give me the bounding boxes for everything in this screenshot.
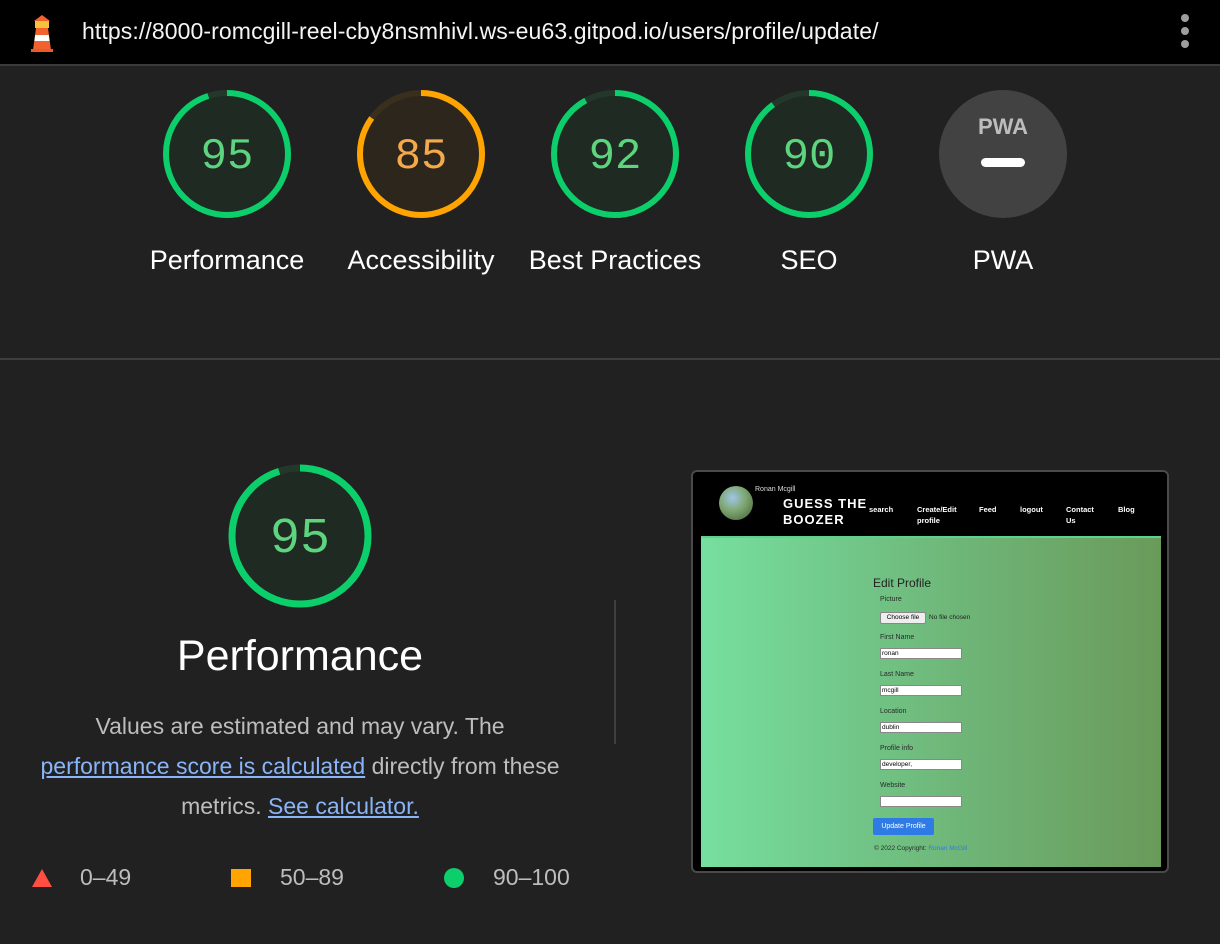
edit-profile-title: Edit Profile [873, 576, 932, 590]
vertical-divider [614, 600, 616, 744]
performance-section: 95 Performance Values are estimated and … [0, 360, 1220, 944]
gauge-seo[interactable]: 90 SEO [712, 88, 906, 280]
square-icon [231, 868, 251, 887]
update-profile-button: Update Profile [873, 818, 934, 835]
legend-range: 50–89 [280, 864, 344, 890]
legend-fail: 0–49 [32, 864, 131, 891]
gauge-score: 85 [395, 132, 448, 182]
field-label: Website [880, 782, 906, 789]
no-file-text: No file chosen [929, 614, 971, 621]
nav-links: search Create/Edit profile Feed logout C… [869, 504, 1159, 534]
gauge-label: Performance [149, 245, 305, 275]
nav-link-feed: Feed [979, 505, 997, 514]
nav-link-search: search [869, 505, 894, 514]
nav-link-contact-us: Contact Us [1066, 505, 1094, 525]
more-options-icon[interactable] [1178, 14, 1192, 52]
site-footer: © 2022 Copyright: Ronan McGill [874, 845, 967, 852]
page-url[interactable]: https://8000-romcgill-reel-cby8nsmhivl.w… [82, 18, 879, 45]
field-label: Location [880, 708, 907, 715]
site-navbar: Ronan Mcgill GUESS THE BOOZER search Cre… [701, 480, 1161, 536]
performance-description: Values are estimated and may vary. The p… [40, 706, 560, 826]
location-field: dublin [880, 722, 962, 733]
legend-pass: 90–100 [444, 864, 570, 891]
score-legend: 0–49 50–89 90–100 [0, 864, 600, 894]
category-gauges: 95 Performance 85 Accessibility 92 Best … [0, 66, 1220, 359]
gauge-label: Best Practices [528, 245, 702, 275]
gauge-performance[interactable]: 95 Performance [130, 88, 324, 280]
best-practices-gauge-ring: 92 [551, 90, 679, 218]
gauge-score: 90 [783, 132, 836, 182]
gauge-accessibility[interactable]: 85 Accessibility [324, 88, 518, 280]
website-field [880, 796, 962, 807]
avatar [719, 486, 753, 520]
performance-score: 95 [270, 511, 330, 568]
circle-icon [444, 867, 464, 888]
legend-average: 50–89 [231, 864, 344, 891]
seo-gauge-ring: 90 [745, 90, 873, 218]
screenshot-content: Edit Profile Picture Choose file No file… [701, 536, 1161, 867]
field-label: First Name [880, 634, 915, 641]
gauge-best-practices[interactable]: 92 Best Practices [518, 88, 712, 280]
gauge-score: 95 [201, 132, 254, 182]
nav-link-create-edit-profile: Create/Edit profile [917, 505, 957, 525]
performance-big-gauge: 95 [228, 464, 372, 608]
nav-username: Ronan Mcgill [755, 486, 796, 493]
pwa-logo-text: PWA [978, 114, 1028, 139]
desc-text: Values are estimated and may vary. The [95, 713, 505, 739]
legend-range: 90–100 [493, 864, 570, 890]
see-calculator-link[interactable]: See calculator. [268, 793, 419, 819]
performance-score-link[interactable]: performance score is calculated [40, 753, 365, 779]
gauge-label: PWA [972, 245, 1034, 275]
field-label: Last Name [880, 671, 914, 678]
footer-text: © 2022 Copyright: [874, 845, 927, 852]
performance-gauge-ring: 95 [163, 90, 291, 218]
brand-line: BOOZER [783, 512, 845, 527]
choose-file-button: Choose file [880, 612, 926, 624]
gauge-label: Accessibility [347, 245, 495, 275]
nav-link-blog: Blog [1118, 505, 1135, 514]
nav-link-logout: logout [1020, 505, 1043, 514]
profile-info-field: developer, [880, 759, 962, 770]
lighthouse-logo-icon [31, 15, 53, 52]
url-bar: https://8000-romcgill-reel-cby8nsmhivl.w… [0, 0, 1220, 66]
final-screenshot[interactable]: Ronan Mcgill GUESS THE BOOZER search Cre… [691, 470, 1169, 873]
performance-title: Performance [176, 632, 424, 680]
field-label: Profile info [880, 745, 914, 752]
last-name-field: mcgill [880, 685, 962, 696]
picture-label: Picture [880, 596, 902, 603]
gauge-score: 92 [589, 132, 642, 182]
footer-link: Ronan McGill [928, 845, 968, 852]
brand-line: GUESS THE [783, 496, 868, 511]
triangle-icon [32, 868, 52, 887]
gauge-pwa[interactable]: PWA PWA [906, 88, 1100, 280]
legend-range: 0–49 [80, 864, 132, 890]
pwa-dash-icon [981, 158, 1025, 167]
site-brand: GUESS THE BOOZER [783, 496, 867, 528]
gauge-label: SEO [780, 245, 838, 275]
first-name-field: ronan [880, 648, 962, 659]
accessibility-gauge-ring: 85 [357, 90, 485, 218]
pwa-gauge-badge: PWA [939, 90, 1067, 218]
